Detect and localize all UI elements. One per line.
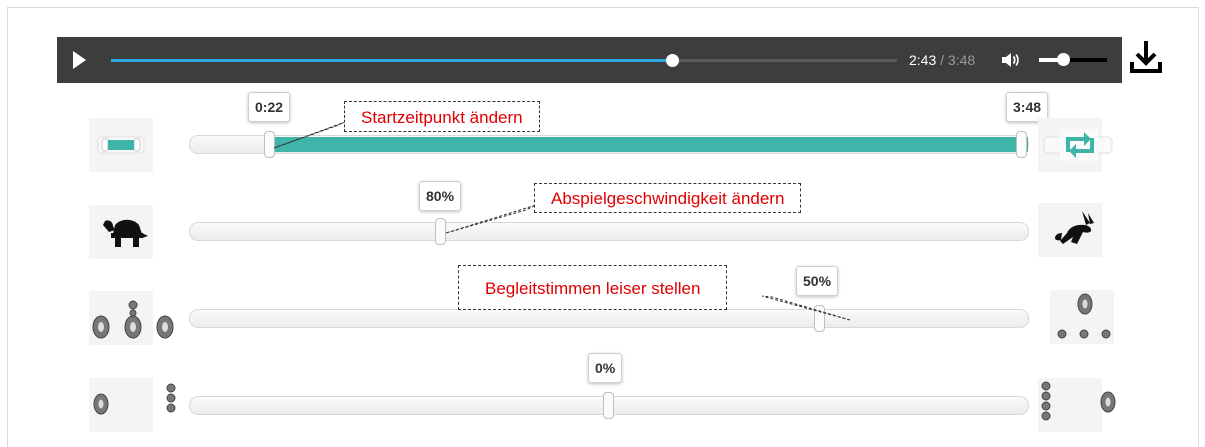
play-icon[interactable] (73, 51, 86, 69)
balance-left-icon (89, 378, 176, 432)
accompaniment-volume-slider[interactable] (189, 305, 1029, 332)
duration: 3:48 (947, 52, 976, 68)
volume-icon[interactable] (1000, 51, 1020, 69)
callout-speed: Abspielgeschwindigkeit ändern (534, 183, 802, 213)
balance-handle[interactable] (603, 392, 614, 419)
current-time: 2:43 (909, 52, 937, 68)
callout-accompaniment: Begleitstimmen leiser stellen (458, 265, 728, 310)
speakers-quiet-icon (1050, 290, 1114, 344)
time-separator: / (936, 52, 948, 68)
turtle-icon (89, 205, 153, 259)
segment-icon (89, 118, 153, 172)
volume-thumb[interactable] (1056, 53, 1070, 66)
seek-bar[interactable] (111, 54, 897, 67)
loop-icon[interactable] (1038, 118, 1113, 172)
accompaniment-value: 50% (796, 266, 839, 296)
balance-value: 0% (588, 353, 623, 383)
selected-range (270, 137, 1028, 152)
speed-value: 80% (419, 181, 462, 211)
seek-progress (111, 59, 673, 62)
volume-slider[interactable] (1039, 53, 1107, 66)
speakers-loud-icon (89, 291, 174, 345)
rabbit-icon (1038, 203, 1102, 257)
balance-slider[interactable] (189, 392, 1029, 419)
start-time-label: 0:22 (248, 92, 291, 122)
download-icon[interactable] (1128, 38, 1164, 78)
callout-start-time: Startzeitpunkt ändern (344, 101, 540, 132)
start-time-slider[interactable] (189, 131, 1029, 158)
audio-player: 2:43 / 3:48 (57, 37, 1122, 83)
speed-handle[interactable] (435, 218, 447, 245)
seek-thumb[interactable] (666, 54, 680, 67)
start-handle[interactable] (264, 131, 276, 158)
speed-slider[interactable] (189, 218, 1029, 245)
time-display: 2:43 / 3:48 (909, 52, 975, 68)
balance-right-icon (1038, 378, 1116, 432)
accompaniment-handle[interactable] (814, 305, 826, 332)
end-handle[interactable] (1016, 131, 1027, 158)
